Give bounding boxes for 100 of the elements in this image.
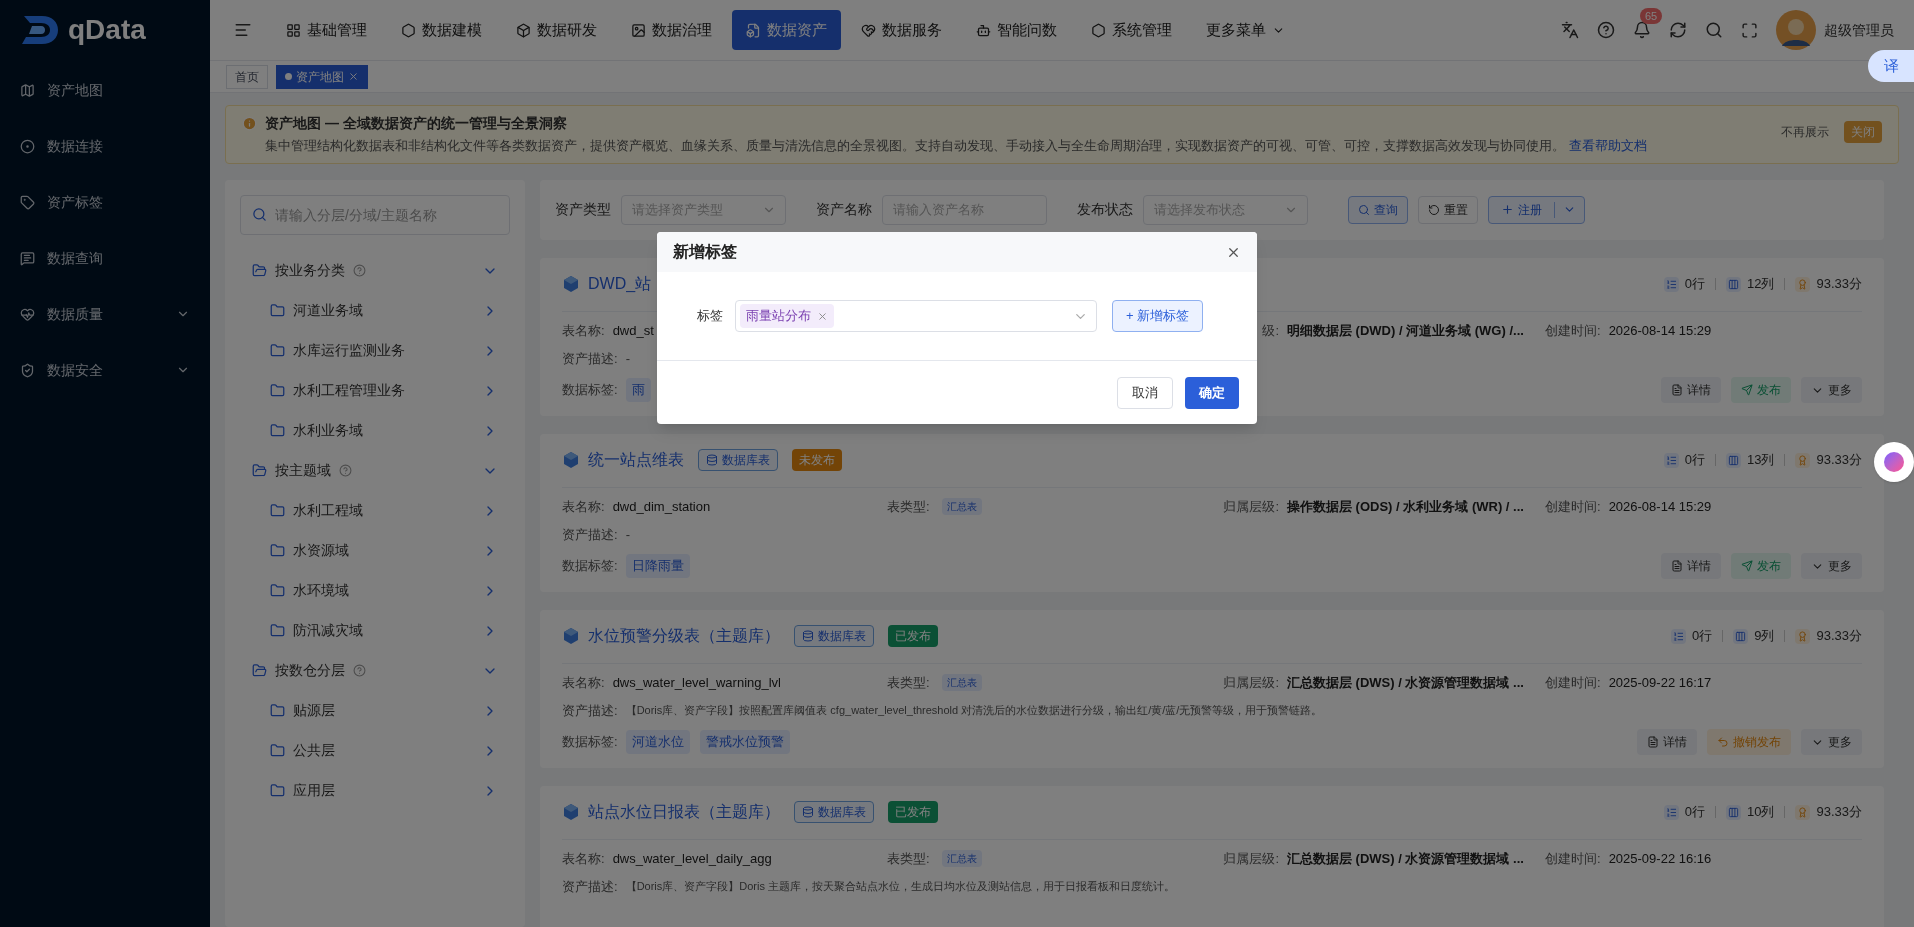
document-icon <box>1647 736 1659 748</box>
page-tab[interactable]: 首页 <box>226 64 268 89</box>
nav-tab[interactable]: 数据研发 <box>502 10 611 50</box>
search-button[interactable]: 查询 <box>1348 195 1408 224</box>
action-button[interactable]: 更多 <box>1801 729 1862 755</box>
translate-icon[interactable] <box>1561 21 1579 39</box>
award-icon <box>1795 452 1811 468</box>
field-value: dws_water_level_warning_lvl <box>612 673 781 692</box>
tree-group[interactable]: 按数仓分层 <box>240 650 510 691</box>
status-badge: 数据库表 <box>698 449 778 471</box>
help-icon[interactable] <box>1597 21 1615 39</box>
dialog-title: 新增标签 <box>673 242 738 262</box>
field-label: 数据标签: <box>562 733 618 752</box>
action-button[interactable]: 详情 <box>1661 553 1721 579</box>
heart-icon <box>20 306 35 322</box>
translate-button[interactable]: 译 <box>1868 50 1914 82</box>
folder-icon <box>252 263 267 278</box>
action-button[interactable]: 更多 <box>1801 377 1862 403</box>
field-value: - <box>625 525 630 544</box>
asset-title[interactable]: 水位预警分级表（主题库） <box>588 624 780 648</box>
asset-title[interactable]: 统一站点维表 <box>588 448 684 472</box>
help-link[interactable]: 查看帮助文档 <box>1568 138 1647 153</box>
columns-icon <box>1733 628 1749 644</box>
action-button[interactable]: 更多 <box>1801 553 1862 579</box>
database-icon <box>802 806 814 818</box>
tree-item[interactable]: 水资源域 <box>240 530 510 571</box>
sidebar-item[interactable]: 数据质量 <box>0 286 210 342</box>
field-value: 2026-08-14 15:29 <box>1608 497 1712 516</box>
confirm-button[interactable]: 确定 <box>1185 376 1239 409</box>
stat-value: 0行 <box>1684 275 1705 294</box>
field-value: 汇总数据层 (DWS) / 水资源管理数据域 ... <box>1287 849 1524 868</box>
nav-tab[interactable]: 数据治理 <box>617 10 726 50</box>
filter-label: 资产名称 <box>816 200 872 219</box>
field-label: 创建时间: <box>1545 849 1601 868</box>
tree-item[interactable]: 河道业务域 <box>240 290 510 331</box>
nav-tab[interactable]: 基础管理 <box>272 10 381 50</box>
remove-icon[interactable] <box>817 310 828 322</box>
field-value: 2025-09-22 16:17 <box>1608 673 1712 692</box>
chat-search-icon <box>20 250 35 266</box>
tree-item[interactable]: 水利业务域 <box>240 410 510 451</box>
banner-button[interactable]: 不再展示 <box>1774 121 1836 143</box>
reset-button[interactable]: 重置 <box>1418 195 1478 224</box>
tree-item[interactable]: 水库运行监测业务 <box>240 330 510 371</box>
nav-tab[interactable]: 系统管理 <box>1077 10 1186 50</box>
nav-tab[interactable]: 更多菜单 <box>1192 10 1299 50</box>
tree-item[interactable]: 水环境域 <box>240 570 510 611</box>
sidebar-item[interactable]: 数据查询 <box>0 230 210 286</box>
nav-tab[interactable]: 数据服务 <box>847 10 956 50</box>
assistant-icon[interactable] <box>1874 442 1914 482</box>
action-button[interactable]: 详情 <box>1637 729 1697 755</box>
folder-icon <box>270 503 285 518</box>
tree-item[interactable]: 水利工程域 <box>240 490 510 531</box>
asset-title[interactable]: 站点水位日报表（主题库） <box>588 800 780 824</box>
refresh-icon[interactable] <box>1669 21 1687 39</box>
field-value: 明细数据层 (DWD) / 河道业务域 (WG) /... <box>1287 321 1524 340</box>
tree-group[interactable]: 按主题域 <box>240 450 510 491</box>
asset-title[interactable]: DWD_站 <box>588 272 652 296</box>
status-badge: 数据库表 <box>794 801 874 823</box>
cancel-button[interactable]: 取消 <box>1117 376 1173 409</box>
document-icon <box>1671 384 1683 396</box>
target-icon <box>20 138 35 154</box>
field-value: 【Doris库、资产字段】Doris 主题库，按天聚合站点水位，生成日均水位及测站信息，用于日报看板和日度统计。 <box>625 879 1176 894</box>
field-value: 2026-08-14 15:29 <box>1608 321 1712 340</box>
action-button[interactable]: 详情 <box>1661 377 1721 403</box>
field-label: 资产描述: <box>562 349 618 368</box>
sidebar-item[interactable]: 资产地图 <box>0 62 210 118</box>
field-label: 归属层级: <box>1222 849 1279 868</box>
cube-icon <box>562 627 580 645</box>
folder-icon <box>270 303 285 318</box>
bell-icon[interactable] <box>1633 21 1651 39</box>
fullscreen-icon[interactable] <box>1741 21 1758 39</box>
tree-item[interactable]: 贴源层 <box>240 690 510 731</box>
hexagon-icon <box>401 22 416 38</box>
nav-tab[interactable]: 智能问数 <box>962 10 1071 50</box>
field-label: 表类型: <box>887 849 930 868</box>
nav-tab[interactable]: 数据资产 <box>732 10 841 50</box>
sidebar-item[interactable]: 数据连接 <box>0 118 210 174</box>
page-tab[interactable]: 资产地图 <box>276 64 368 89</box>
tree-group[interactable]: 按业务分类 <box>240 250 510 291</box>
stat-value: 93.33分 <box>1816 803 1862 822</box>
help-icon <box>339 464 352 477</box>
tree-item[interactable]: 防汛减灾域 <box>240 610 510 651</box>
status-badge: 已发布 <box>888 801 938 823</box>
banner-title: 资产地图 — 全域数据资产的统一管理与全景洞察 <box>265 114 567 133</box>
nav-tab[interactable]: 数据建模 <box>387 10 496 50</box>
stat-value: 13列 <box>1747 451 1775 470</box>
tree-item[interactable]: 应用层 <box>240 770 510 811</box>
stat-value: 93.33分 <box>1816 451 1862 470</box>
add-tag-button[interactable]: + 新增标签 <box>1112 300 1204 332</box>
close-icon[interactable] <box>348 71 359 82</box>
data-tag: 警戒水位预警 <box>699 730 790 754</box>
tree-item[interactable]: 水利工程管理业务 <box>240 370 510 411</box>
sidebar-item[interactable]: 资产标签 <box>0 174 210 230</box>
sidebar-item[interactable]: 数据安全 <box>0 342 210 398</box>
tree-item[interactable]: 公共层 <box>240 730 510 771</box>
tag-select[interactable]: 雨量站分布 <box>735 300 1097 332</box>
filter-label: 发布状态 <box>1077 200 1133 219</box>
avatar[interactable] <box>1776 10 1816 50</box>
menu-icon[interactable] <box>234 21 252 39</box>
search-icon[interactable] <box>1705 21 1723 39</box>
